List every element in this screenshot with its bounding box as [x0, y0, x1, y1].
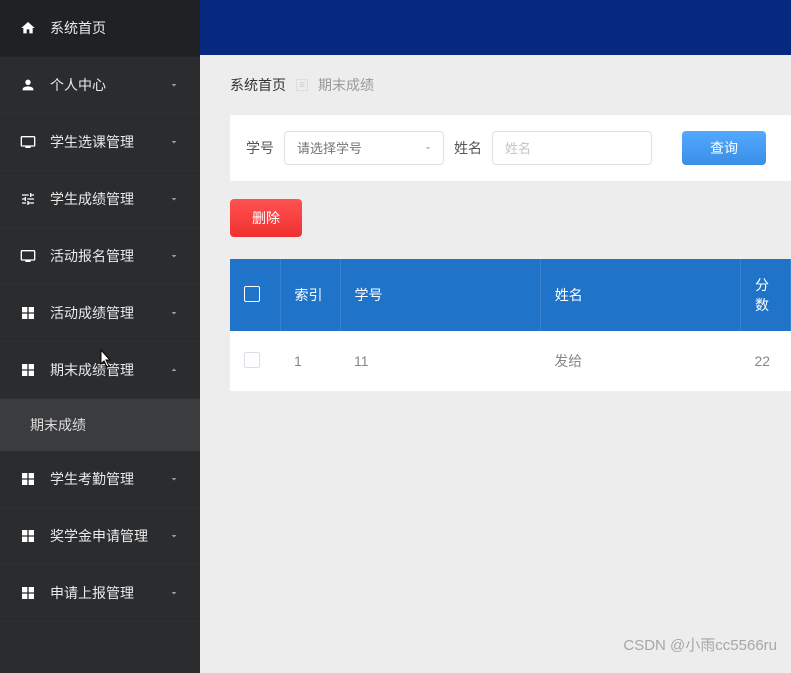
- xuehao-select[interactable]: [284, 131, 444, 165]
- sidebar-item-label: 活动报名管理: [50, 246, 168, 266]
- sidebar-item-label: 活动成绩管理: [50, 303, 168, 323]
- cell-xuehao: 11: [340, 331, 540, 392]
- grid-icon: [20, 471, 36, 487]
- sidebar-sub-final-grades[interactable]: 期末成绩: [0, 399, 200, 451]
- sidebar: 系统首页 个人中心 学生选课管理 学生成绩管理 活动报名管理 活动成绩管理: [0, 0, 200, 673]
- chevron-down-icon: [168, 250, 180, 262]
- sidebar-sub-label: 期末成绩: [30, 417, 86, 433]
- person-icon: [20, 77, 36, 93]
- monitor-icon: [20, 248, 36, 264]
- query-button[interactable]: 查询: [682, 131, 766, 165]
- cell-xingming: 发给: [540, 331, 740, 392]
- row-checkbox[interactable]: [244, 352, 260, 368]
- sidebar-item-activity-signup[interactable]: 活动报名管理: [0, 228, 200, 285]
- grid-icon: [20, 362, 36, 378]
- grid-icon: [20, 305, 36, 321]
- grid-icon: [20, 585, 36, 601]
- filter-bar: 学号 姓名 查询: [230, 115, 791, 181]
- cell-fenshu: 22: [741, 331, 791, 392]
- delete-button[interactable]: 删除: [230, 199, 302, 237]
- home-icon: [20, 20, 36, 36]
- sliders-icon: [20, 191, 36, 207]
- col-fenshu: 分数: [741, 259, 791, 331]
- sidebar-item-label: 申请上报管理: [50, 583, 168, 603]
- data-table: 索引 学号 姓名 分数 1 11 发给 22: [230, 259, 791, 392]
- breadcrumb-current: 期末成绩: [318, 75, 374, 95]
- filter-xuehao-label: 学号: [246, 138, 274, 158]
- main-area: 系统首页 ≡ 期末成绩 学号 姓名 查询 删除: [200, 0, 791, 673]
- sidebar-item-scholarship[interactable]: 奖学金申请管理: [0, 508, 200, 565]
- grid-icon: [20, 528, 36, 544]
- sidebar-item-attendance[interactable]: 学生考勤管理: [0, 451, 200, 508]
- chevron-down-icon: [168, 136, 180, 148]
- sidebar-item-grades[interactable]: 学生成绩管理: [0, 171, 200, 228]
- chevron-down-icon: [168, 193, 180, 205]
- filter-xingming-label: 姓名: [454, 138, 482, 158]
- chevron-down-icon: [168, 587, 180, 599]
- col-index: 索引: [280, 259, 340, 331]
- sidebar-item-label: 学生考勤管理: [50, 469, 168, 489]
- sidebar-item-report[interactable]: 申请上报管理: [0, 565, 200, 622]
- col-xuehao: 学号: [340, 259, 540, 331]
- chevron-down-icon: [168, 473, 180, 485]
- cell-index: 1: [280, 331, 340, 392]
- sidebar-item-label: 奖学金申请管理: [50, 526, 168, 546]
- sidebar-item-home[interactable]: 系统首页: [0, 0, 200, 57]
- breadcrumb-home[interactable]: 系统首页: [230, 75, 286, 95]
- chevron-down-icon: [168, 79, 180, 91]
- action-bar: 删除: [230, 199, 791, 237]
- sidebar-item-label: 学生成绩管理: [50, 189, 168, 209]
- monitor-icon: [20, 134, 36, 150]
- sidebar-item-label: 系统首页: [50, 18, 180, 38]
- sidebar-item-label: 个人中心: [50, 75, 168, 95]
- sidebar-item-course[interactable]: 学生选课管理: [0, 114, 200, 171]
- sidebar-item-label: 期末成绩管理: [50, 360, 168, 380]
- chevron-down-icon: [168, 530, 180, 542]
- sidebar-item-final-grades[interactable]: 期末成绩管理: [0, 342, 200, 399]
- breadcrumb-separator-icon: ≡: [296, 79, 308, 91]
- col-xingming: 姓名: [540, 259, 740, 331]
- sidebar-item-label: 学生选课管理: [50, 132, 168, 152]
- breadcrumb: 系统首页 ≡ 期末成绩: [230, 75, 791, 95]
- chevron-up-icon: [168, 364, 180, 376]
- chevron-down-icon: [168, 307, 180, 319]
- table-row[interactable]: 1 11 发给 22: [230, 331, 791, 392]
- sidebar-item-profile[interactable]: 个人中心: [0, 57, 200, 114]
- xingming-input[interactable]: [492, 131, 652, 165]
- top-banner: [200, 0, 791, 55]
- sidebar-item-activity-grades[interactable]: 活动成绩管理: [0, 285, 200, 342]
- select-all-checkbox[interactable]: [244, 286, 260, 302]
